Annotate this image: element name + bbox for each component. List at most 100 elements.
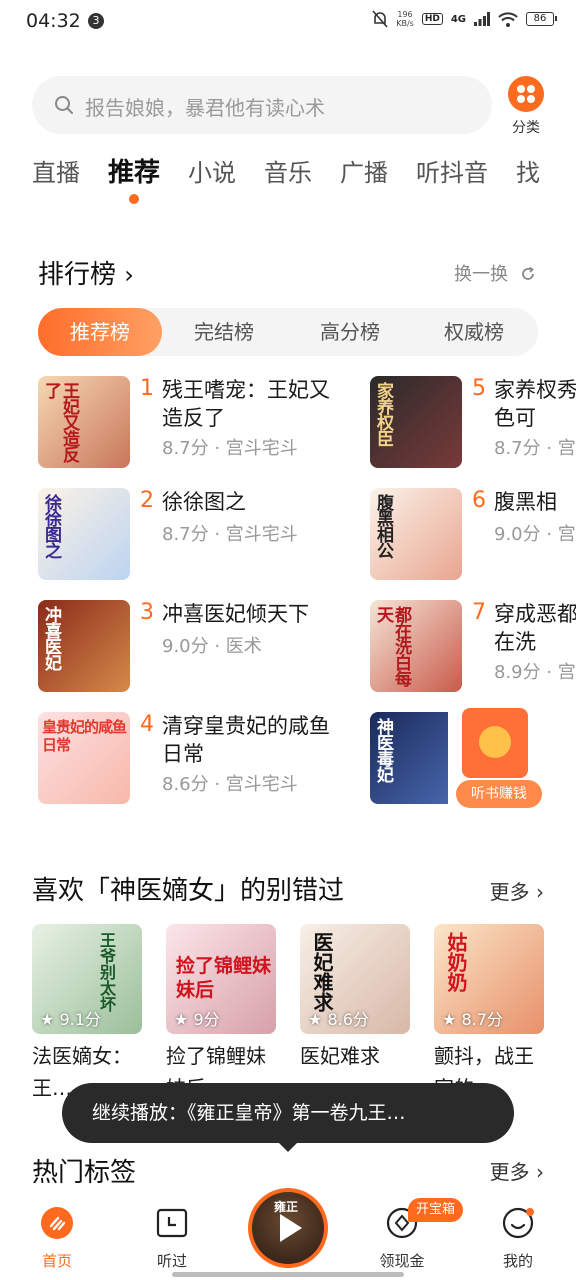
rank-number: 4 bbox=[140, 712, 154, 737]
notification-count-badge: 3 bbox=[88, 13, 104, 29]
rank-number: 7 bbox=[472, 600, 486, 625]
book-cover: 捡了锦鲤妹妹后 ★ 9分 bbox=[166, 924, 276, 1034]
tab-recommend[interactable]: 推荐 bbox=[108, 152, 160, 204]
now-playing-cover: 雍正 bbox=[252, 1192, 324, 1264]
book-meta: 8.7分 · 宫 bbox=[494, 438, 576, 459]
rank-book[interactable]: 神医毒妃 bbox=[370, 712, 448, 808]
recommend-book[interactable]: 捡了锦鲤妹妹后 ★ 9分 捡了锦鲤妹妹后… bbox=[166, 924, 276, 1104]
wifi-icon bbox=[498, 11, 518, 27]
search-placeholder: 报告娘娘，暴君他有读心术 bbox=[85, 96, 325, 120]
earn-while-listening-button[interactable]: 听书赚钱 bbox=[448, 708, 544, 812]
category-label: 分类 bbox=[512, 120, 540, 136]
book-title: 清穿皇贵妃的咸鱼日常 bbox=[162, 714, 330, 766]
book-cover: 腹黑相公 bbox=[370, 488, 462, 580]
book-meta: 8.9分 · 宫 bbox=[494, 662, 576, 683]
battery-icon: 86 bbox=[526, 12, 557, 26]
book-meta: 8.7分 · 宫斗宅斗 bbox=[162, 524, 298, 545]
book-score: ★ 8.6分 bbox=[308, 1010, 369, 1029]
recommend-more-link[interactable]: 更多 › bbox=[490, 876, 544, 905]
book-title: 腹黑相 bbox=[494, 490, 557, 514]
hot-tags-more-link[interactable]: 更多 › bbox=[490, 1156, 544, 1185]
status-time: 04:32 bbox=[26, 10, 81, 32]
rank-number: 3 bbox=[140, 600, 154, 625]
toast-pointer bbox=[276, 1140, 300, 1152]
red-envelope-icon bbox=[462, 708, 528, 778]
tab-douyin[interactable]: 听抖音 bbox=[416, 153, 488, 188]
rank-tab-high-score[interactable]: 高分榜 bbox=[288, 308, 412, 356]
book-cover: 徐徐图之 bbox=[38, 488, 130, 580]
recommend-section-title: 喜欢「神医嫡女」的别错过 bbox=[32, 876, 345, 906]
home-indicator bbox=[172, 1272, 404, 1277]
play-icon bbox=[280, 1214, 302, 1242]
hot-tags-title: 热门标签 bbox=[32, 1158, 137, 1188]
book-title: 家养杈秀色可 bbox=[494, 378, 576, 430]
recommend-book[interactable]: 姑奶奶 ★ 8.7分 颤抖，战王家的… bbox=[434, 924, 544, 1104]
nav-home-label: 首页 bbox=[41, 1252, 72, 1270]
status-right-icons: 196 KB/s HD 4G 86 bbox=[372, 10, 557, 28]
nav-cash-label: 领现金 bbox=[379, 1252, 425, 1270]
rank-number: 2 bbox=[140, 488, 154, 513]
refresh-button[interactable]: 换一换 bbox=[454, 260, 536, 286]
rank-tab-recommend[interactable]: 推荐榜 bbox=[38, 308, 162, 356]
book-score: ★ 9.1分 bbox=[40, 1010, 101, 1029]
book-cover: 医妃难求 ★ 8.6分 bbox=[300, 924, 410, 1034]
tab-radio[interactable]: 广播 bbox=[340, 153, 388, 188]
book-score: ★ 9分 bbox=[174, 1010, 220, 1029]
refresh-icon bbox=[521, 266, 534, 280]
ranking-tabs: 推荐榜 完结榜 高分榜 权威榜 bbox=[38, 308, 538, 356]
tab-more[interactable]: 找 bbox=[516, 153, 540, 188]
signal-icon bbox=[474, 12, 490, 26]
network-type: 4G bbox=[450, 13, 466, 25]
continue-playing-toast[interactable]: 继续播放：《雍正皇帝》第一卷九王… bbox=[62, 1083, 514, 1143]
book-cover: 神医毒妃 bbox=[370, 712, 448, 804]
book-title: 残王嗜宠：王妃又造反了 bbox=[162, 378, 330, 430]
book-meta: 8.6分 · 宫斗宅斗 bbox=[162, 774, 298, 795]
chevron-right-icon: › bbox=[536, 880, 544, 904]
rank-book[interactable]: 徐徐图之 2 徐徐图之 8.7分 · 宫斗宅斗 bbox=[38, 488, 358, 584]
tab-novel[interactable]: 小说 bbox=[188, 153, 236, 188]
mute-bell-icon bbox=[372, 10, 388, 28]
profile-icon bbox=[501, 1206, 535, 1240]
nav-history[interactable]: 听过 bbox=[136, 1206, 208, 1271]
nav-me[interactable]: 我的 bbox=[482, 1206, 554, 1271]
search-bar[interactable]: 报告娘娘，暴君他有读心术 bbox=[32, 76, 492, 134]
rank-number: 6 bbox=[472, 488, 486, 513]
rank-tab-authority[interactable]: 权威榜 bbox=[412, 308, 536, 356]
earn-label: 听书赚钱 bbox=[456, 780, 542, 808]
rank-book[interactable]: 家养权臣 5 家养杈秀色可 8.7分 · 宫 bbox=[370, 376, 576, 472]
hd-icon: HD bbox=[421, 13, 443, 25]
rank-book[interactable]: 冲喜医妃 3 冲喜医妃倾天下 9.0分 · 医术 bbox=[38, 600, 358, 696]
book-title: 穿成恶都在洗 bbox=[494, 602, 576, 654]
rank-book[interactable]: 腹黑相公 6 腹黑相 9.0分 · 宫 bbox=[370, 488, 576, 584]
recommend-book[interactable]: 王爷别太坏 ★ 9.1分 法医嫡女：王… bbox=[32, 924, 142, 1104]
recommend-book[interactable]: 医妃难求 ★ 8.6分 医妃难求 bbox=[300, 924, 410, 1104]
book-cover: 都在洗白每天 bbox=[370, 600, 462, 692]
rank-book[interactable]: 皇贵妃的咸鱼日常 4 清穿皇贵妃的咸鱼日常 8.6分 · 宫斗宅斗 bbox=[38, 712, 358, 808]
book-cover: 家养权臣 bbox=[370, 376, 462, 468]
book-title: 徐徐图之 bbox=[162, 490, 246, 514]
book-meta: 9.0分 · 医术 bbox=[162, 636, 262, 657]
book-cover: 王妃又造反了 bbox=[38, 376, 130, 468]
rank-book[interactable]: 王妃又造反了 1 残王嗜宠：王妃又造反了 8.7分 · 宫斗宅斗 bbox=[38, 376, 358, 472]
tab-music[interactable]: 音乐 bbox=[264, 153, 312, 188]
tab-live[interactable]: 直播 bbox=[32, 153, 80, 188]
chevron-right-icon: › bbox=[124, 261, 134, 289]
book-title: 冲喜医妃倾天下 bbox=[162, 602, 309, 626]
home-icon bbox=[40, 1206, 74, 1240]
book-score: ★ 8.7分 bbox=[442, 1010, 503, 1029]
rank-number: 5 bbox=[472, 376, 486, 401]
rank-tab-finished[interactable]: 完结榜 bbox=[162, 308, 286, 356]
now-playing-button[interactable]: 雍正 bbox=[248, 1188, 328, 1268]
book-cover: 皇贵妃的咸鱼日常 bbox=[38, 712, 130, 804]
chevron-right-icon: › bbox=[536, 1160, 544, 1184]
status-bar: 04:32 3 196 KB/s HD 4G 86 bbox=[0, 0, 576, 44]
treasure-box-badge[interactable]: 开宝箱 bbox=[408, 1198, 464, 1222]
category-button[interactable]: 分类 bbox=[506, 76, 546, 137]
search-icon bbox=[55, 96, 73, 114]
rank-book[interactable]: 都在洗白每天 7 穿成恶都在洗 8.9分 · 宫 bbox=[370, 600, 576, 696]
nav-me-label: 我的 bbox=[502, 1252, 533, 1270]
ranking-title[interactable]: 排行榜 › bbox=[38, 254, 134, 291]
nav-home[interactable]: 首页 bbox=[21, 1206, 93, 1271]
net-speed: 196 KB/s bbox=[396, 10, 414, 28]
book-cover: 冲喜医妃 bbox=[38, 600, 130, 692]
